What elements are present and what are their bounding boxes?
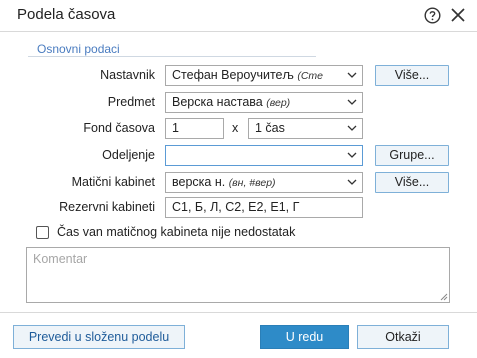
help-icon[interactable]: [424, 7, 441, 24]
predmet-value: Верска настава: [172, 95, 263, 109]
comment-placeholder: Komentar: [33, 252, 88, 266]
chevron-down-icon: [347, 179, 357, 185]
nastavnik-select[interactable]: Стефан Вероучитељ (Сте: [165, 65, 363, 86]
maticni-value: верска н.: [172, 175, 226, 189]
vise-kabinet-button[interactable]: Više...: [375, 172, 449, 193]
van-kabineta-label[interactable]: Čas van matičnog kabineta nije nedostata…: [57, 225, 295, 239]
title-bar: Podela časova: [0, 0, 477, 32]
vise-nastavnik-button[interactable]: Više...: [375, 65, 449, 86]
grupe-button[interactable]: Grupe...: [375, 145, 449, 166]
nastavnik-label: Nastavnik: [100, 68, 155, 82]
times-symbol: x: [232, 121, 239, 135]
close-icon[interactable]: [450, 7, 466, 23]
rezervni-label: Rezervni kabineti: [59, 200, 155, 214]
odeljenje-label: Odeljenje: [102, 148, 155, 162]
window-title: Podela časova: [17, 6, 116, 23]
odeljenje-select[interactable]: [165, 145, 363, 166]
comment-textarea[interactable]: Komentar: [26, 247, 450, 303]
chevron-down-icon: [347, 152, 357, 158]
fond-unit-value: 1 čas: [255, 121, 285, 135]
chevron-down-icon: [347, 125, 357, 131]
footer-divider: [0, 312, 477, 313]
nastavnik-value: Стефан Вероучитељ: [172, 68, 294, 82]
predmet-label: Predmet: [107, 95, 155, 109]
fond-input[interactable]: 1: [165, 118, 224, 139]
predmet-hint: (вер): [266, 97, 291, 109]
resize-grip-icon[interactable]: [440, 293, 448, 301]
maticni-kabinet-select[interactable]: верска н. (вн, #вер): [165, 172, 363, 193]
prevedi-button[interactable]: Prevedi u složenu podelu: [13, 325, 185, 349]
ok-button[interactable]: U redu: [260, 325, 349, 349]
predmet-select[interactable]: Верска настава (вер): [165, 92, 363, 113]
van-kabineta-checkbox[interactable]: [36, 226, 49, 239]
cancel-button[interactable]: Otkaži: [357, 325, 449, 349]
chevron-down-icon: [347, 72, 357, 78]
section-title: Osnovni podaci: [37, 42, 120, 56]
fond-label: Fond časova: [83, 121, 155, 135]
fond-unit-select[interactable]: 1 čas: [248, 118, 363, 139]
rezervni-kabineti-input[interactable]: С1, Б, Л, С2, Е2, Е1, Г: [165, 197, 363, 218]
maticni-label: Matični kabinet: [71, 175, 155, 189]
nastavnik-hint: (Сте: [297, 70, 323, 82]
chevron-down-icon: [347, 99, 357, 105]
maticni-hint: (вн, #вер): [228, 177, 276, 189]
section-divider: [28, 56, 316, 57]
